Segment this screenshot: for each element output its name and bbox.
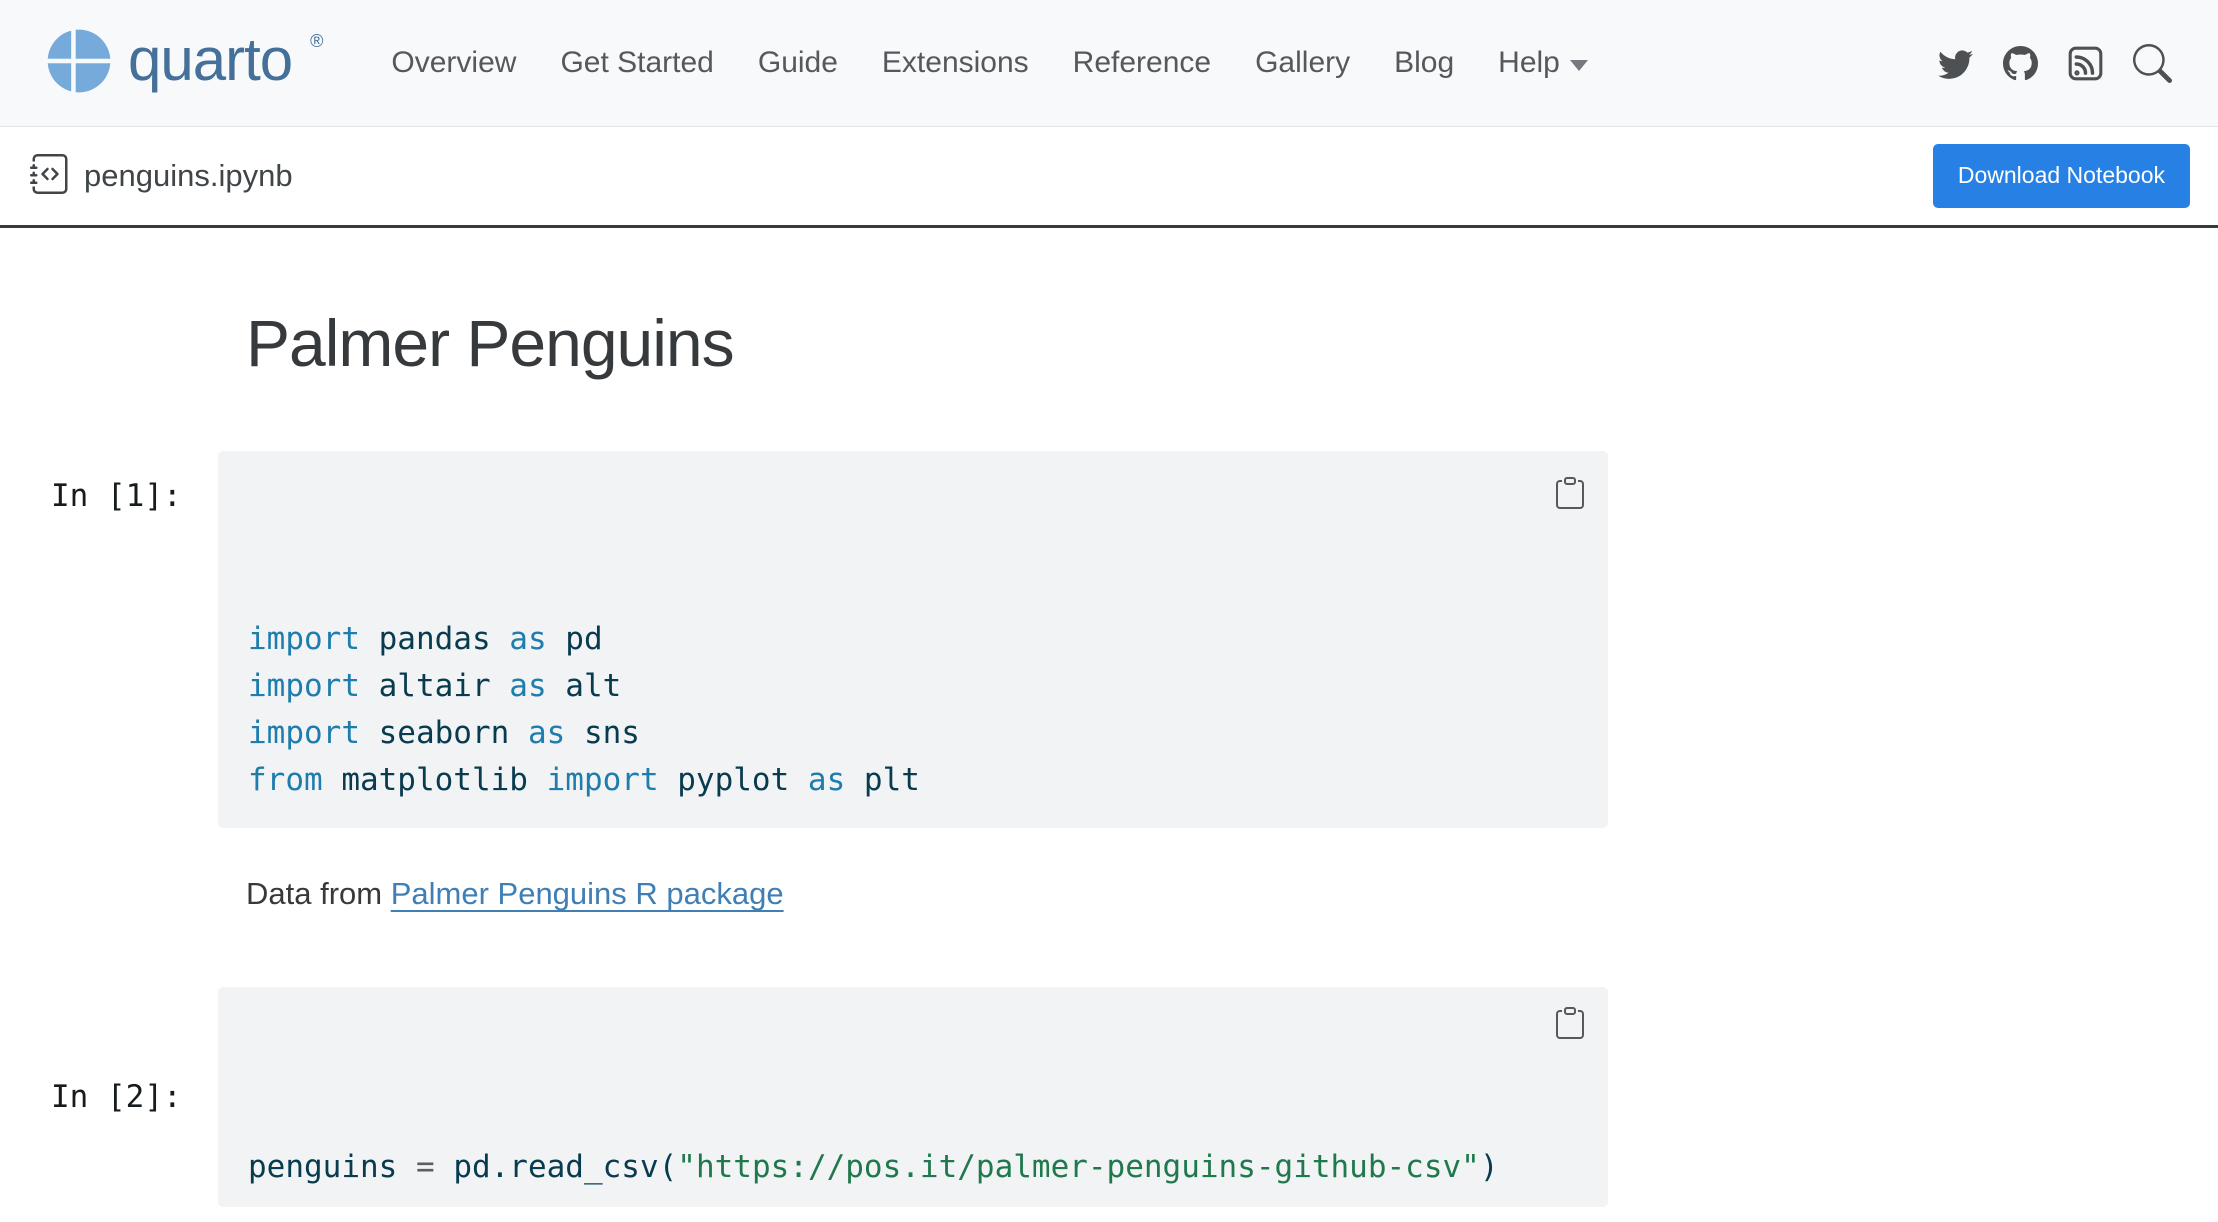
nav-item-reference[interactable]: Reference — [1073, 46, 1211, 80]
page: quarto ® Overview Get Started Guide Exte… — [0, 0, 2218, 1222]
nav-item-gallery[interactable]: Gallery — [1255, 46, 1350, 80]
search-icon[interactable] — [2133, 44, 2172, 83]
quarto-logo[interactable]: quarto ® — [46, 28, 321, 99]
nav-links: Overview Get Started Guide Extensions Re… — [391, 46, 1587, 80]
code-line: import seaborn as sns — [248, 710, 1578, 757]
navbar-icons — [1938, 44, 2172, 83]
palmer-penguins-link[interactable]: Palmer Penguins R package — [391, 876, 784, 911]
code-cell-row-1: In [1]: import pandas as pdimport altair… — [51, 451, 1608, 828]
paragraph-text: Data from — [246, 876, 391, 911]
nav-item-help[interactable]: Help — [1498, 46, 1588, 80]
download-notebook-button[interactable]: Download Notebook — [1933, 144, 2190, 208]
rss-icon[interactable] — [2068, 46, 2103, 81]
cell-execution-label: In [2]: — [51, 1079, 218, 1115]
code-cell-2: penguins = pd.read_csv("https://pos.it/p… — [218, 987, 1608, 1207]
data-source-paragraph: Data from Palmer Penguins R package — [246, 874, 1608, 914]
registered-mark: ® — [310, 31, 323, 52]
code-cell-row-2: In [2]: penguins = pd.read_csv("https://… — [51, 987, 1608, 1207]
copy-to-clipboard-button[interactable] — [1517, 1005, 1586, 1041]
nav-item-overview[interactable]: Overview — [391, 46, 516, 80]
nav-item-get-started[interactable]: Get Started — [560, 46, 713, 80]
nav-item-help-label: Help — [1498, 46, 1560, 80]
top-navbar: quarto ® Overview Get Started Guide Exte… — [0, 0, 2218, 127]
notebook-header-bar: penguins.ipynb Download Notebook — [0, 127, 2218, 228]
journal-code-icon — [30, 154, 70, 199]
notebook-article: Palmer Penguins In [1]: import pandas as… — [0, 304, 2218, 1222]
code-line: import altair as alt — [248, 663, 1578, 710]
quarto-wordmark: quarto — [128, 30, 292, 90]
code-line: from matplotlib import pyplot as plt — [248, 757, 1578, 804]
code-line: import pandas as pd — [248, 616, 1578, 663]
nav-item-guide[interactable]: Guide — [758, 46, 838, 80]
code-line: penguins = pd.read_csv("https://pos.it/p… — [248, 1144, 1578, 1191]
nav-item-extensions[interactable]: Extensions — [882, 46, 1029, 80]
nav-item-blog[interactable]: Blog — [1394, 46, 1454, 80]
quarto-logo-icon — [46, 28, 112, 99]
code-cell-1: import pandas as pdimport altair as alti… — [218, 451, 1608, 828]
cell-execution-label: In [1]: — [51, 451, 218, 514]
chevron-down-icon — [1570, 60, 1588, 71]
twitter-icon[interactable] — [1938, 46, 1973, 81]
notebook-file: penguins.ipynb — [30, 154, 293, 199]
page-title: Palmer Penguins — [246, 304, 1608, 383]
github-icon[interactable] — [2003, 46, 2038, 81]
copy-to-clipboard-button[interactable] — [1517, 475, 1586, 511]
notebook-filename: penguins.ipynb — [84, 158, 293, 194]
